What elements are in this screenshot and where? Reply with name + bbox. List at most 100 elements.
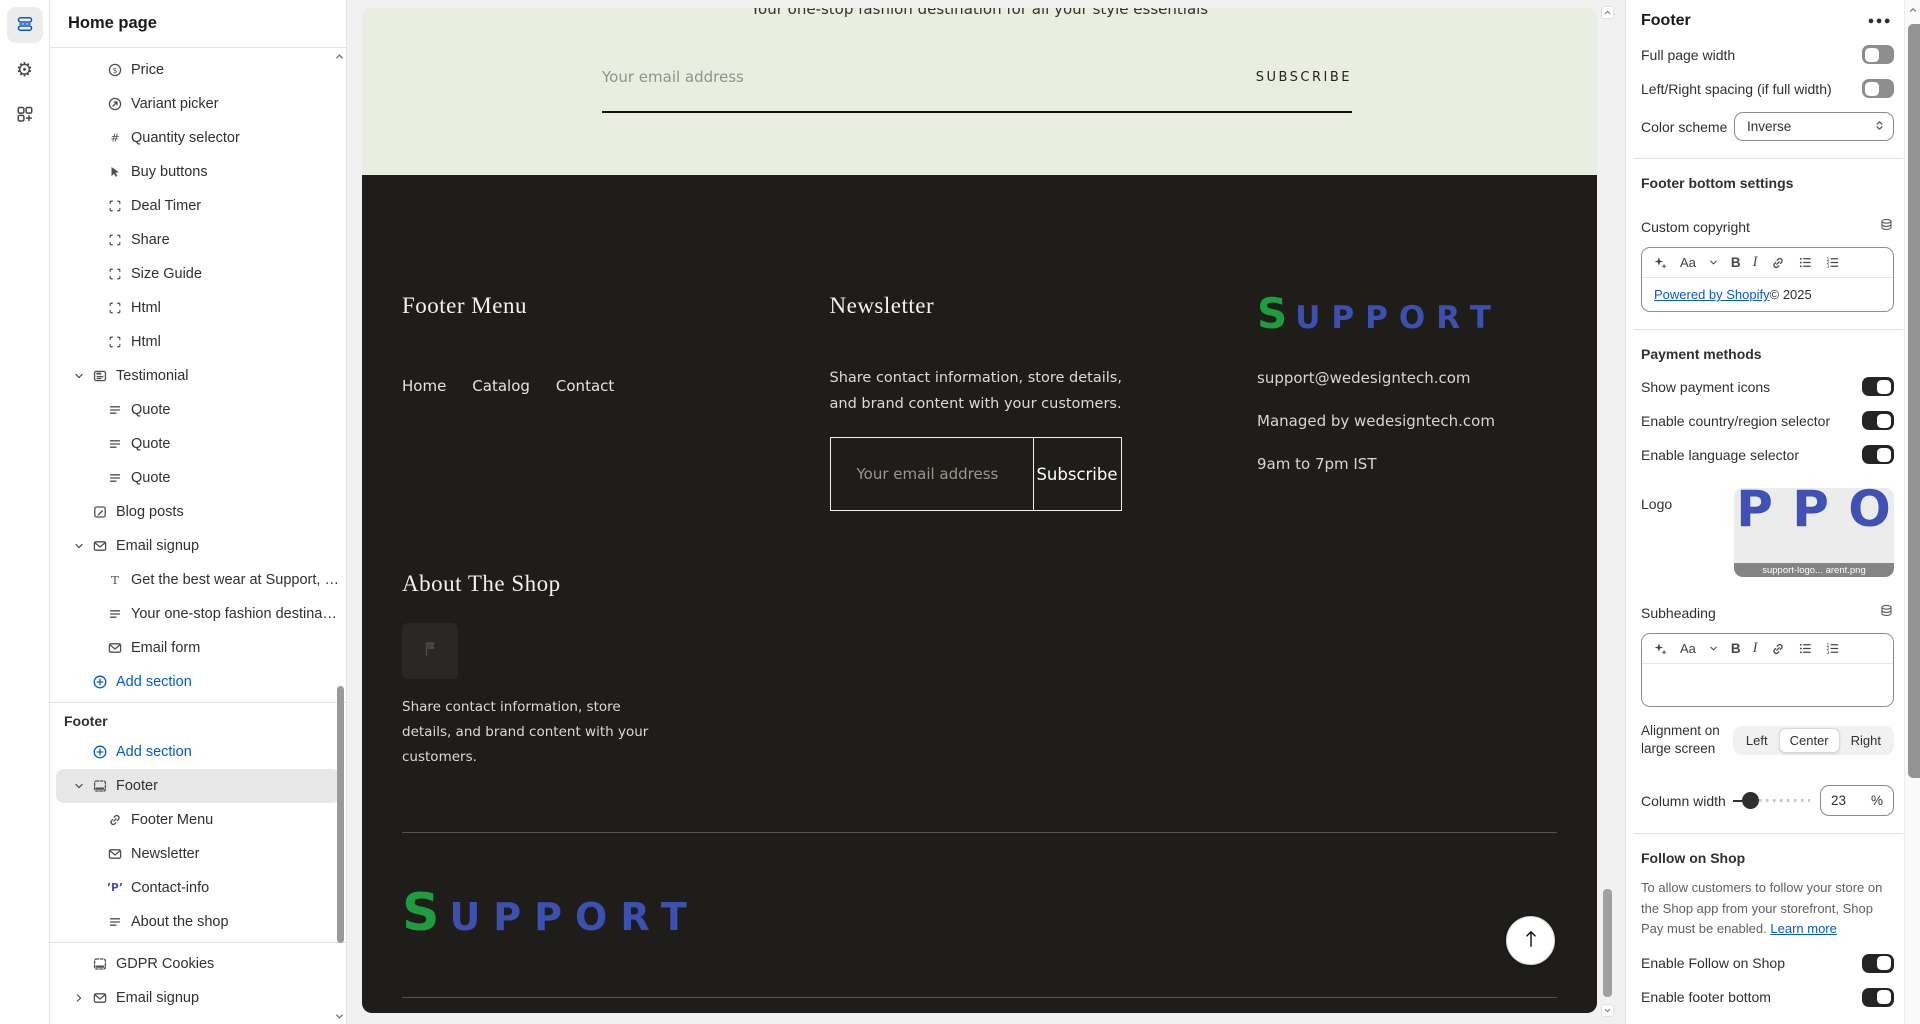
sections-tab-button[interactable] <box>7 7 43 43</box>
app-embeds-button[interactable] <box>7 97 43 133</box>
slider-knob[interactable] <box>1742 792 1759 809</box>
sidebar-item-variant-picker[interactable]: Variant picker <box>56 87 340 121</box>
add-section-button[interactable]: Add section <box>56 735 340 769</box>
sidebar-item-your-one-stop-fashion-destinati[interactable]: Your one-stop fashion destinati... <box>56 597 340 631</box>
signup-subscribe-button[interactable]: SUBSCRIBE <box>1256 70 1352 85</box>
sidebar-item-quote[interactable]: Quote <box>56 461 340 495</box>
bold-button[interactable]: B <box>1731 641 1741 656</box>
copyright-content[interactable]: Powered by Shopify© 2025 <box>1642 278 1893 311</box>
sidebar-item-footer[interactable]: Footer <box>56 769 340 803</box>
panel-scrollbar[interactable] <box>1904 0 1920 1024</box>
chevron-down-icon[interactable] <box>1708 257 1719 268</box>
text-style-button[interactable]: Aa <box>1680 641 1696 656</box>
magic-icon[interactable] <box>1653 641 1668 656</box>
italic-button[interactable]: I <box>1753 254 1758 271</box>
add-section-button[interactable]: Add section <box>56 665 340 699</box>
alignment-option-left[interactable]: Left <box>1735 728 1779 753</box>
signup-email-input[interactable]: Your email address <box>602 68 744 86</box>
sidebar-item-quote[interactable]: Quote <box>56 427 340 461</box>
footer-link-contact[interactable]: Contact <box>556 377 614 395</box>
sidebar-item-email-signup[interactable]: Email signup <box>56 981 340 1015</box>
chevron-down-icon[interactable] <box>72 539 86 553</box>
copyright-editor: Aa BI 123 Powered by Shopify© 2025 <box>1641 247 1894 312</box>
dynamic-source-icon[interactable] <box>1879 603 1894 623</box>
bullet-list-button[interactable] <box>1798 255 1813 270</box>
dynamic-source-icon[interactable] <box>1879 217 1894 237</box>
sidebar-item-deal-timer[interactable]: Deal Timer <box>56 189 340 223</box>
sidebar-item-quote[interactable]: Quote <box>56 393 340 427</box>
sidebar-item-testimonial[interactable]: Testimonial <box>56 359 340 393</box>
numbered-list-button[interactable]: 123 <box>1825 641 1840 656</box>
preview-scroll-up-icon[interactable] <box>1601 6 1614 19</box>
toggle-enable-follow-on-shop[interactable] <box>1862 954 1894 973</box>
more-options-button[interactable]: ●●● <box>1866 13 1894 29</box>
sidebar-scroll-down-icon[interactable] <box>333 1010 345 1022</box>
toggle-full-page-width[interactable] <box>1862 45 1894 64</box>
scroll-to-top-button[interactable] <box>1506 916 1555 965</box>
preview-scrollbar-thumb[interactable] <box>1603 889 1612 997</box>
link-button[interactable] <box>1770 641 1786 657</box>
preview-scroll-down-icon[interactable] <box>1601 1004 1614 1017</box>
chevron-down-icon[interactable] <box>72 779 86 793</box>
sidebar-item-buy-buttons[interactable]: Buy buttons <box>56 155 340 189</box>
sidebar-item-blog-posts[interactable]: Blog posts <box>56 495 340 529</box>
text-style-button[interactable]: Aa <box>1680 255 1696 270</box>
link-button[interactable] <box>1770 255 1786 271</box>
svg-text:3: 3 <box>1826 264 1829 270</box>
sidebar-scroll-up-icon[interactable] <box>333 50 345 62</box>
chevron-down-icon[interactable] <box>1708 643 1719 654</box>
theme-settings-button[interactable]: ⚙ <box>7 52 43 88</box>
toggle-enable-footer-bottom[interactable] <box>1862 988 1894 1007</box>
toggle-show-payment-icons[interactable] <box>1862 377 1894 396</box>
learn-more-link[interactable]: Learn more <box>1770 921 1836 936</box>
support-logo: SUPPORT <box>1257 293 1557 335</box>
chevron-right-icon[interactable] <box>72 991 86 1005</box>
newsletter-subscribe-button[interactable]: Subscribe <box>1033 438 1121 510</box>
sidebar-item-get-the-best-wear-at-support-th[interactable]: TGet the best wear at Support, th... <box>56 563 340 597</box>
toggle-enable-country-region-selector[interactable] <box>1862 411 1894 430</box>
subheading-content[interactable] <box>1642 664 1893 706</box>
color-scheme-select[interactable]: Inverse <box>1734 112 1894 141</box>
panel-scrollbar-thumb[interactable] <box>1908 24 1920 778</box>
sidebar-item-price[interactable]: $Price <box>56 53 340 87</box>
column-width-slider[interactable] <box>1733 792 1810 809</box>
alignment-option-right[interactable]: Right <box>1840 728 1892 753</box>
sidebar-item-contact-info[interactable]: ’P’Contact-info <box>56 871 340 905</box>
sidebar-item-label: Quantity selector <box>131 130 240 146</box>
panel-scroll-up-icon[interactable] <box>1905 5 1920 15</box>
setting-label: Enable language selector <box>1641 447 1799 463</box>
footer-bottom-settings-heading: Footer bottom settings <box>1641 175 1894 191</box>
sidebar-item-size-guide[interactable]: Size Guide <box>56 257 340 291</box>
bold-button[interactable]: B <box>1731 255 1741 270</box>
sidebar-item-about-the-shop[interactable]: About the shop <box>56 905 340 939</box>
app-block-icon <box>107 266 123 282</box>
numbered-list-button[interactable]: 123 <box>1825 255 1840 270</box>
chevron-down-icon[interactable] <box>72 369 86 383</box>
sidebar-item-label: Footer <box>116 778 158 794</box>
footer-link-home[interactable]: Home <box>402 377 446 395</box>
sidebar-item-html[interactable]: Html <box>56 325 340 359</box>
copyright-link[interactable]: Powered by Shopify <box>1654 287 1770 302</box>
payment-toggles: Show payment iconsEnable country/region … <box>1641 377 1894 464</box>
footer-link-catalog[interactable]: Catalog <box>472 377 530 395</box>
sidebar-item-footer-menu[interactable]: Footer Menu <box>56 803 340 837</box>
sidebar-item-share[interactable]: Share <box>56 223 340 257</box>
store-preview: Your one-stop fashion destination for al… <box>362 8 1597 1013</box>
toggle-left-right-spacing-if-full-width[interactable] <box>1862 79 1894 98</box>
logo-thumbnail[interactable]: P P O support-logo... arent.png <box>1734 488 1894 577</box>
sidebar-item-email-signup[interactable]: Email signup <box>56 529 340 563</box>
general-toggles: Full page widthLeft/Right spacing (if fu… <box>1641 45 1894 98</box>
sidebar-item-gdpr-cookies[interactable]: GDPR Cookies <box>56 947 340 981</box>
sidebar-item-email-form[interactable]: Email form <box>56 631 340 665</box>
sidebar-item-quantity-selector[interactable]: #Quantity selector <box>56 121 340 155</box>
sidebar-item-html[interactable]: Html <box>56 291 340 325</box>
sidebar-scrollbar-thumb[interactable] <box>337 686 344 943</box>
column-width-value[interactable]: 23 % <box>1820 785 1894 816</box>
bullet-list-button[interactable] <box>1798 641 1813 656</box>
alignment-option-center[interactable]: Center <box>1779 728 1840 753</box>
magic-icon[interactable] <box>1653 255 1668 270</box>
italic-button[interactable]: I <box>1753 640 1758 657</box>
newsletter-email-input[interactable]: Your email address <box>831 438 1033 510</box>
sidebar-item-newsletter[interactable]: Newsletter <box>56 837 340 871</box>
toggle-enable-language-selector[interactable] <box>1862 445 1894 464</box>
